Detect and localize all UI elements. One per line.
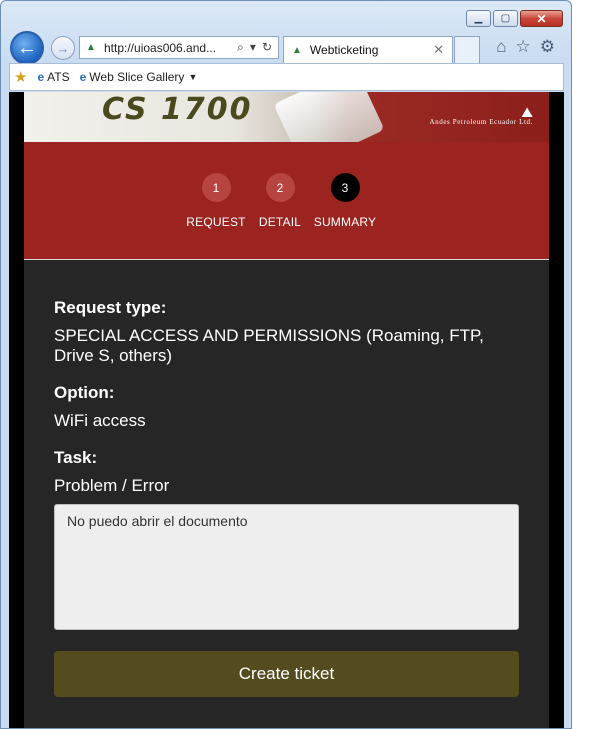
favorite-item-web-slice-gallery[interactable]: e Web Slice Gallery ▼	[80, 70, 198, 84]
company-logo: ⛰ Andes Petroleum Ecuador Ltd.	[429, 104, 534, 126]
address-bar[interactable]: ▲ http://uioas006.and... ⌕ ▾ ↻	[79, 36, 279, 59]
new-tab-button[interactable]	[454, 36, 480, 63]
window-controls: ▁ ▢ ✕	[466, 10, 563, 27]
summary-content: Request type: SPECIAL ACCESS AND PERMISS…	[24, 260, 549, 697]
site-favicon-icon: ▲	[86, 41, 96, 53]
step-number: 3	[330, 173, 360, 202]
back-arrow-icon: ←	[17, 36, 37, 59]
favorite-label: ATS	[47, 70, 70, 84]
company-name: Andes Petroleum Ecuador Ltd.	[429, 118, 533, 126]
step-label: REQUEST	[186, 215, 246, 229]
step-number: 2	[265, 173, 295, 202]
ie-page-icon: e	[79, 70, 87, 84]
mountain-logo-icon: ⛰	[521, 104, 533, 120]
webticketing-page: CS 1700 ⛰ Andes Petroleum Ecuador Ltd. 1…	[24, 92, 549, 728]
task-label: Task:	[54, 448, 98, 467]
browser-tools: ⌂ ☆ ⚙	[496, 37, 555, 57]
minimize-button[interactable]: ▁	[466, 10, 491, 27]
tab-favicon-icon: ▲	[292, 44, 302, 56]
step-label: SUMMARY	[313, 215, 377, 229]
favorite-item-ats[interactable]: e ATS	[37, 70, 69, 84]
step-request[interactable]: 1 REQUEST	[181, 173, 251, 229]
tab-webticketing[interactable]: ▲ Webticketing ✕	[283, 36, 453, 63]
favorite-label: Web Slice Gallery	[89, 70, 185, 84]
step-number: 1	[201, 173, 231, 202]
refresh-icon[interactable]: ↻	[262, 40, 272, 55]
address-url[interactable]: http://uioas006.and...	[104, 41, 237, 55]
forward-arrow-icon: →	[56, 40, 70, 56]
browser-window: ▁ ▢ ✕ ← → ▲ http://uioas006.and... ⌕ ▾ ↻…	[0, 0, 572, 729]
forward-button[interactable]: →	[51, 36, 75, 60]
option-value: WiFi access	[54, 411, 146, 430]
tab-title: Webticketing	[309, 43, 379, 57]
banner-graphic	[273, 92, 385, 142]
header-banner: CS 1700 ⛰ Andes Petroleum Ecuador Ltd.	[24, 92, 549, 142]
wizard-steps: 1 REQUEST 2 DETAIL 3 SUMMARY	[24, 142, 549, 260]
settings-gear-icon[interactable]: ⚙	[540, 37, 555, 57]
dropdown-caret-icon: ▼	[188, 72, 198, 82]
dropdown-arrow-icon[interactable]: ▾	[250, 40, 256, 55]
back-button[interactable]: ←	[10, 31, 44, 65]
request-type-label: Request type:	[54, 298, 167, 317]
close-window-button[interactable]: ✕	[520, 10, 563, 27]
task-value: Problem / Error	[54, 476, 170, 495]
home-icon[interactable]: ⌂	[496, 37, 506, 57]
search-icon[interactable]: ⌕	[237, 40, 244, 55]
ie-page-icon: e	[37, 70, 45, 84]
page-viewport: CS 1700 ⛰ Andes Petroleum Ecuador Ltd. 1…	[9, 92, 564, 728]
request-type-value: SPECIAL ACCESS AND PERMISSIONS (Roaming,…	[54, 326, 484, 365]
maximize-button[interactable]: ▢	[493, 10, 518, 27]
step-summary[interactable]: 3 SUMMARY	[310, 173, 380, 229]
add-favorites-star-icon[interactable]: ★	[14, 68, 27, 86]
product-logo: CS 1700	[102, 92, 253, 127]
tab-close-icon[interactable]: ✕	[433, 42, 444, 58]
favorites-bar: ★ e ATS e Web Slice Gallery ▼	[9, 63, 564, 91]
step-detail[interactable]: 2 DETAIL	[245, 173, 315, 229]
step-label: DETAIL	[258, 215, 302, 229]
create-ticket-button[interactable]: Create ticket	[54, 651, 519, 697]
option-label: Option:	[54, 383, 115, 402]
description-textarea[interactable]: No puedo abrir el documento	[54, 504, 519, 630]
favorites-star-icon[interactable]: ☆	[516, 37, 531, 57]
